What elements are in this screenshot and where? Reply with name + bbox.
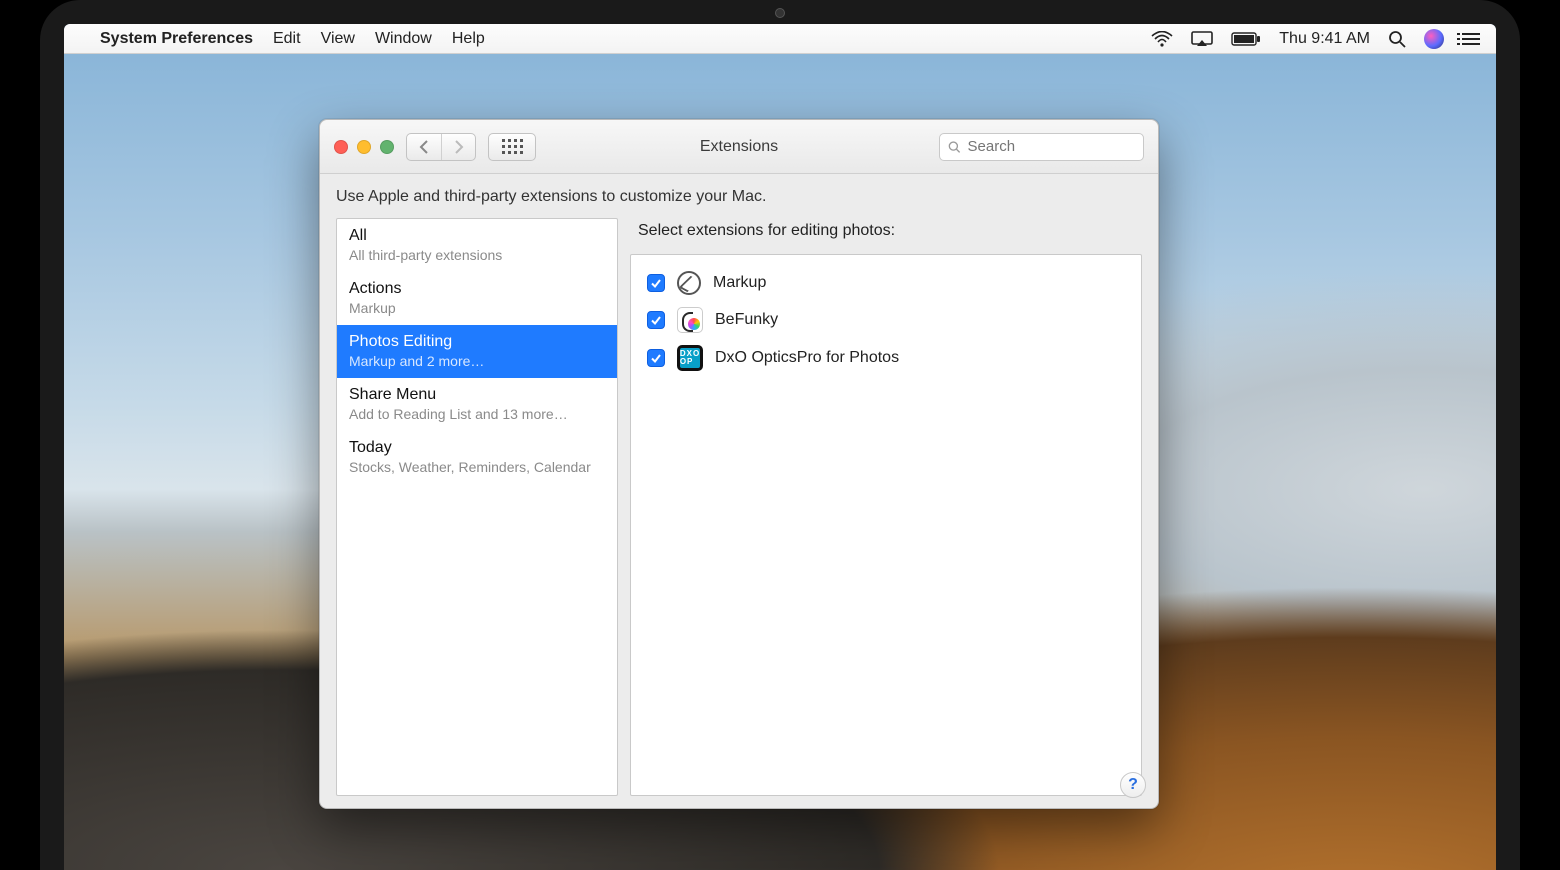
show-all-button[interactable] xyxy=(488,133,536,161)
category-subtitle: All third-party extensions xyxy=(349,247,605,263)
category-item[interactable]: Share Menu Add to Reading List and 13 mor… xyxy=(337,378,617,431)
extension-name: BeFunky xyxy=(715,311,778,329)
camera xyxy=(775,8,785,18)
menu-bar: System Preferences Edit View Window Help… xyxy=(64,24,1496,54)
category-subtitle: Add to Reading List and 13 more… xyxy=(349,406,605,422)
extension-name: DxO OpticsPro for Photos xyxy=(715,349,899,367)
app-name[interactable]: System Preferences xyxy=(100,30,253,48)
extension-name: Markup xyxy=(713,274,766,292)
notification-center-icon[interactable] xyxy=(1462,33,1480,45)
instruction-text: Use Apple and third-party extensions to … xyxy=(336,188,1142,206)
window-titlebar: Extensions xyxy=(320,120,1158,174)
markup-icon xyxy=(677,271,701,295)
search-field[interactable] xyxy=(939,133,1144,161)
extension-checkbox[interactable] xyxy=(647,349,665,367)
menu-edit[interactable]: Edit xyxy=(273,30,301,48)
category-item[interactable]: Today Stocks, Weather, Reminders, Calenda… xyxy=(337,431,617,484)
siri-icon[interactable] xyxy=(1424,29,1444,49)
wifi-icon[interactable] xyxy=(1151,31,1173,47)
category-title: Photos Editing xyxy=(349,333,605,351)
category-title: Share Menu xyxy=(349,386,605,404)
search-input[interactable] xyxy=(968,138,1135,155)
extension-row: BeFunky xyxy=(643,301,1129,339)
befunky-icon xyxy=(677,307,703,333)
preferences-window: Extensions Use Apple and third-party ext… xyxy=(319,119,1159,809)
dxo-icon: DXO OP xyxy=(677,345,703,371)
clock[interactable]: Thu 9:41 AM xyxy=(1279,30,1370,48)
menu-view[interactable]: View xyxy=(321,30,355,48)
minimize-button[interactable] xyxy=(357,140,371,154)
battery-icon[interactable] xyxy=(1231,32,1261,46)
menu-help[interactable]: Help xyxy=(452,30,485,48)
search-icon xyxy=(948,140,961,154)
extension-row: DXO OP DxO OpticsPro for Photos xyxy=(643,339,1129,377)
pane-heading: Select extensions for editing photos: xyxy=(630,218,1142,244)
category-title: Today xyxy=(349,439,605,457)
extension-row: Markup xyxy=(643,265,1129,301)
category-item[interactable]: Actions Markup xyxy=(337,272,617,325)
extension-checkbox[interactable] xyxy=(647,311,665,329)
extensions-list: Markup BeFunky DXO OP DxO OpticsPro for Pho… xyxy=(630,254,1142,796)
category-title: Actions xyxy=(349,280,605,298)
category-item[interactable]: All All third-party extensions xyxy=(337,219,617,272)
help-button[interactable]: ? xyxy=(1120,772,1146,798)
category-subtitle: Markup xyxy=(349,300,605,316)
extension-checkbox[interactable] xyxy=(647,274,665,292)
forward-button[interactable] xyxy=(441,134,475,160)
category-list: All All third-party extensions Actions Mark… xyxy=(336,218,618,796)
category-item[interactable]: Photos Editing Markup and 2 more… xyxy=(337,325,617,378)
category-subtitle: Stocks, Weather, Reminders, Calendar xyxy=(349,459,605,475)
back-button[interactable] xyxy=(407,134,441,160)
airplay-icon[interactable] xyxy=(1191,31,1213,47)
category-title: All xyxy=(349,227,605,245)
spotlight-icon[interactable] xyxy=(1388,30,1406,48)
menu-window[interactable]: Window xyxy=(375,30,432,48)
close-button[interactable] xyxy=(334,140,348,154)
zoom-button[interactable] xyxy=(380,140,394,154)
navigation-buttons xyxy=(406,133,476,161)
category-subtitle: Markup and 2 more… xyxy=(349,353,605,369)
